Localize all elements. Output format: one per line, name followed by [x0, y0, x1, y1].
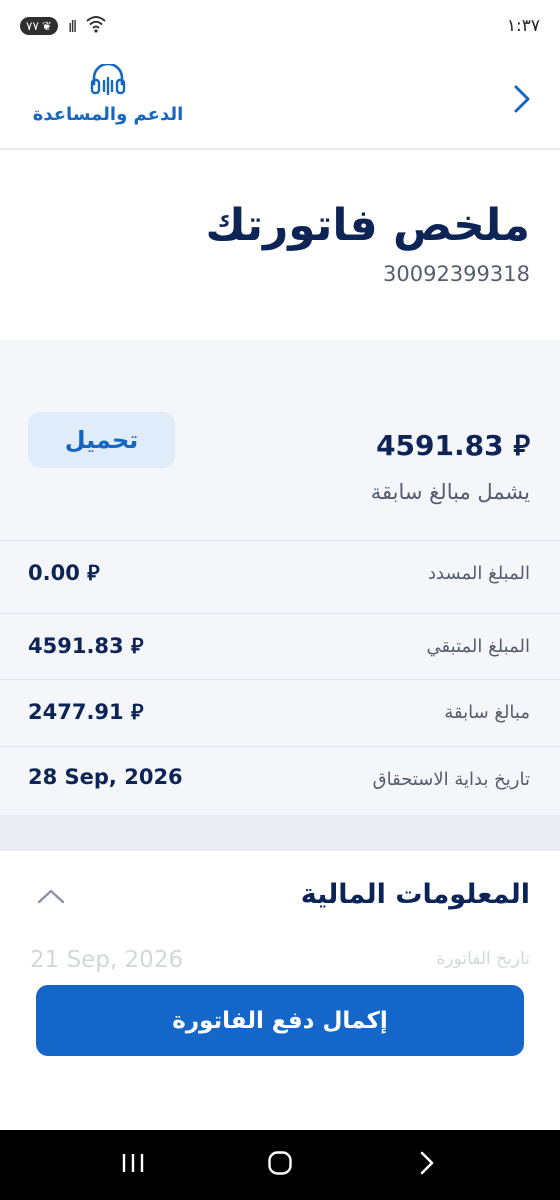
summary-row-previous: مبالغ سابقة 2477.91 ⃁	[0, 679, 560, 745]
download-button[interactable]: تحميل	[28, 412, 175, 468]
wifi-icon	[85, 15, 107, 37]
invoice-date-value: 21 Sep, 2026	[30, 947, 184, 973]
complete-payment-button[interactable]: إكمال دفع الفاتورة	[36, 985, 524, 1056]
app-header: الدعم والمساعدة	[0, 52, 560, 150]
title-section: ملخص فاتورتك 30092399318	[0, 150, 560, 340]
summary-row-remaining: المبلغ المتبقي 4591.83 ⃁	[0, 613, 560, 679]
section-divider	[0, 815, 560, 851]
system-nav-bar	[0, 1130, 560, 1200]
recents-button[interactable]	[113, 1145, 153, 1185]
headset-icon	[88, 62, 128, 100]
row-label: المبلغ المتبقي	[426, 636, 530, 657]
support-button[interactable]: الدعم والمساعدة	[28, 62, 188, 125]
support-label: الدعم والمساعدة	[32, 104, 184, 125]
bill-summary: 4591.83 ⃁ تحميل يشمل مبالغ سابقة المبلغ …	[0, 340, 560, 850]
row-value: 0.00 ⃁	[28, 561, 100, 585]
row-label: مبالغ سابقة	[444, 702, 530, 723]
battery-level: ٧٧	[26, 19, 39, 33]
invoice-date-row: 21 Sep, 2026 تاريخ الفاتورة	[0, 947, 560, 977]
back-button[interactable]	[510, 84, 534, 114]
status-icons: ٧٧ ❦ ıll	[20, 15, 107, 37]
recents-icon	[120, 1151, 146, 1179]
row-label: المبلغ المسدد	[428, 563, 530, 584]
summary-row-due-date: تاريخ بداية الاستحقاق 28 Sep, 2026	[0, 746, 560, 812]
includes-note: يشمل مبالغ سابقة	[370, 480, 530, 504]
row-value: 4591.83 ⃁	[28, 634, 144, 658]
summary-row-paid: المبلغ المسدد 0.00 ⃁	[0, 540, 560, 606]
signal-icon: ıll	[67, 16, 77, 36]
invoice-date-label: تاريخ الفاتورة	[436, 949, 530, 969]
chevron-right-icon	[418, 1150, 436, 1180]
status-bar: ٧٧ ❦ ıll ١:٣٧	[0, 0, 560, 52]
row-label: تاريخ بداية الاستحقاق	[372, 769, 530, 790]
financial-info-section: المعلومات المالية 21 Sep, 2026 تاريخ الف…	[0, 851, 560, 991]
battery-indicator: ٧٧ ❦	[20, 17, 58, 35]
chevron-right-icon	[510, 85, 534, 118]
home-icon	[267, 1150, 293, 1180]
status-clock: ١:٣٧	[506, 16, 540, 36]
financial-info-title: المعلومات المالية	[300, 879, 530, 910]
leaf-icon: ❦	[41, 19, 52, 33]
back-nav-button[interactable]	[407, 1145, 447, 1185]
page-title: ملخص فاتورتك	[205, 200, 530, 251]
total-amount: 4591.83 ⃁	[376, 429, 530, 462]
chevron-up-icon	[36, 889, 66, 909]
home-button[interactable]	[260, 1145, 300, 1185]
row-value: 28 Sep, 2026	[28, 765, 183, 789]
collapse-toggle[interactable]	[36, 887, 66, 905]
row-value: 2477.91 ⃁	[28, 700, 144, 724]
account-number: 30092399318	[383, 262, 530, 286]
